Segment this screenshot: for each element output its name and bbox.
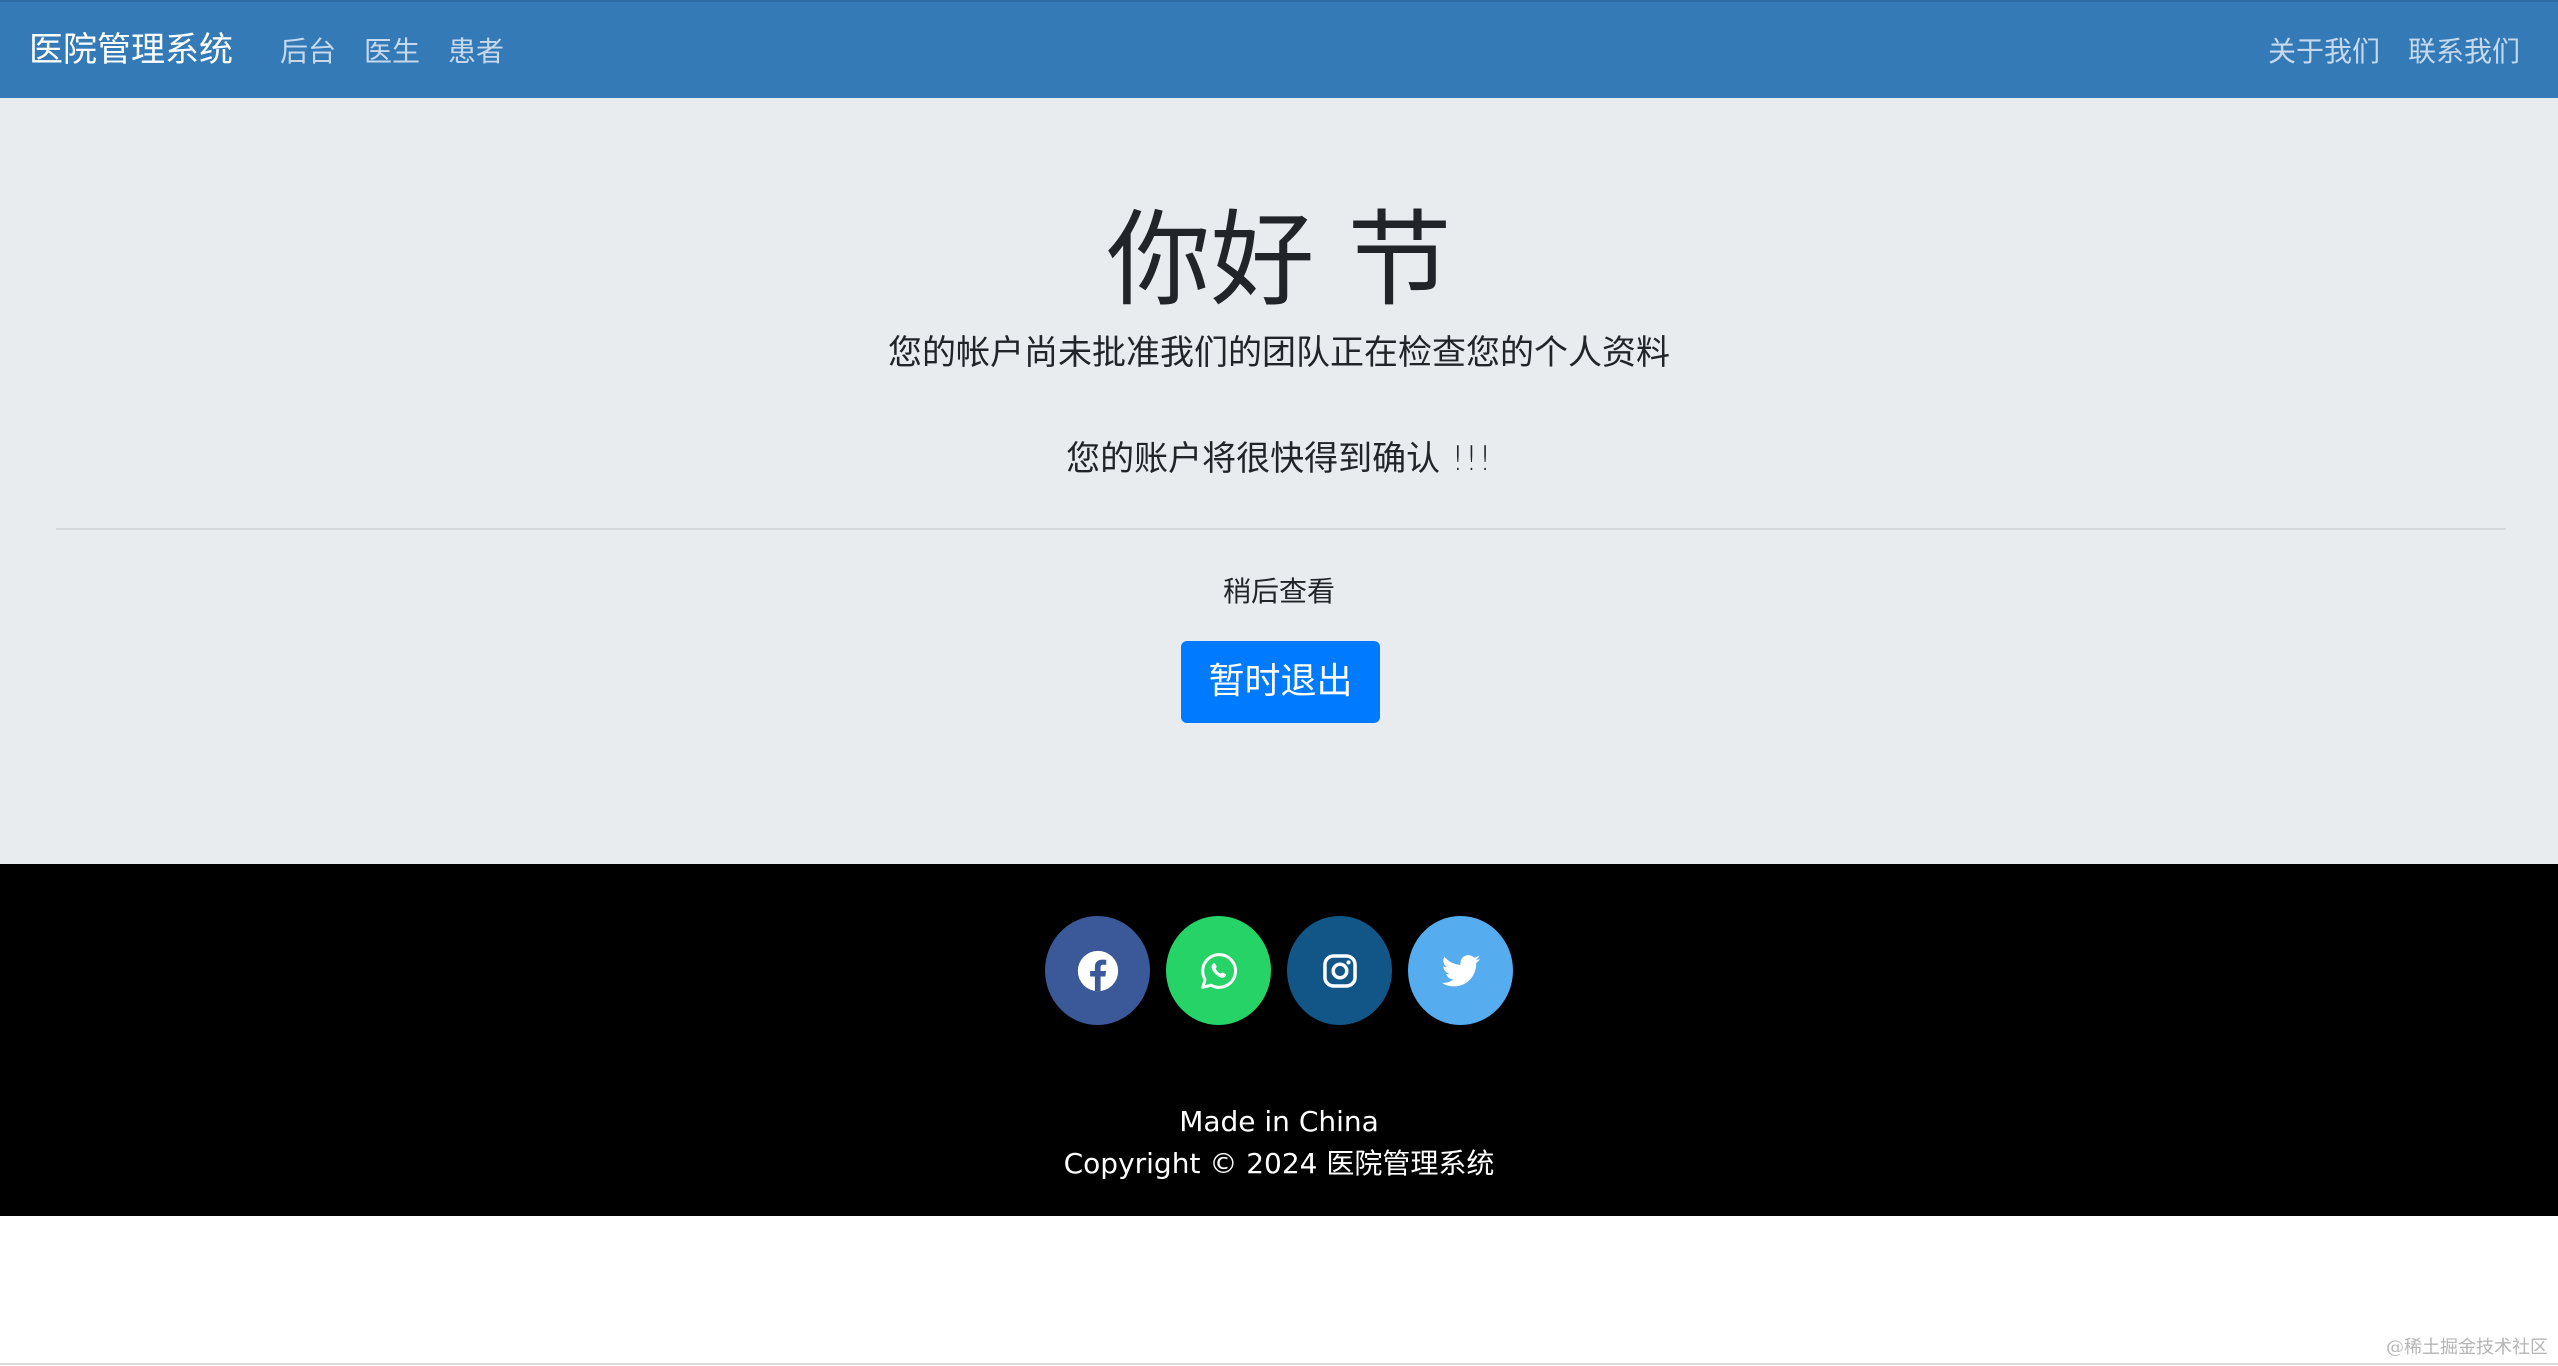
- nav-link-about[interactable]: 关于我们: [2268, 32, 2380, 72]
- nav-link-contact[interactable]: 联系我们: [2408, 32, 2520, 72]
- page-footer: Made in China Copyright © 2024 医院管理系统: [0, 864, 2558, 1216]
- check-later-text: 稍后查看: [1222, 575, 1335, 608]
- instagram-icon: [1322, 953, 1357, 988]
- pending-message: 您的帐户尚未批准我们的团队正在检查您的个人资料: [888, 333, 1670, 373]
- twitter-button[interactable]: [1408, 916, 1513, 1025]
- twitter-icon: [1441, 954, 1480, 986]
- divider: [56, 528, 2506, 530]
- top-navbar: 医院管理系统 后台 医生 患者 关于我们 联系我们: [0, 0, 2558, 98]
- pending-approval-panel: 你好 节 您的帐户尚未批准我们的团队正在检查您的个人资料 您的账户将很快得到确认…: [0, 98, 2558, 864]
- facebook-icon: [1077, 950, 1118, 991]
- watermark: @稀土掘金技术社区: [2386, 1337, 2548, 1358]
- nav-link-patient[interactable]: 患者: [448, 32, 504, 72]
- greeting-heading: 你好 节: [1106, 199, 1452, 321]
- nav-left-group: 后台 医生 患者: [280, 32, 504, 72]
- confirm-message: 您的账户将很快得到确认 !!!: [1066, 439, 1492, 479]
- nav-right-group: 关于我们 联系我们: [2268, 32, 2520, 72]
- copyright-text: Copyright © 2024 医院管理系统: [1063, 1147, 1495, 1180]
- whatsapp-button[interactable]: [1166, 916, 1271, 1025]
- bottom-rule: [0, 1363, 2558, 1365]
- nav-link-doctor[interactable]: 医生: [364, 32, 420, 72]
- logout-button[interactable]: 暂时退出: [1181, 641, 1380, 723]
- whatsapp-icon: [1200, 952, 1237, 989]
- social-links: [0, 916, 2558, 1025]
- nav-link-admin[interactable]: 后台: [280, 32, 336, 72]
- instagram-button[interactable]: [1287, 916, 1392, 1025]
- brand-link[interactable]: 医院管理系统: [29, 28, 233, 72]
- made-in-text: Made in China: [1179, 1105, 1379, 1138]
- facebook-button[interactable]: [1045, 916, 1150, 1025]
